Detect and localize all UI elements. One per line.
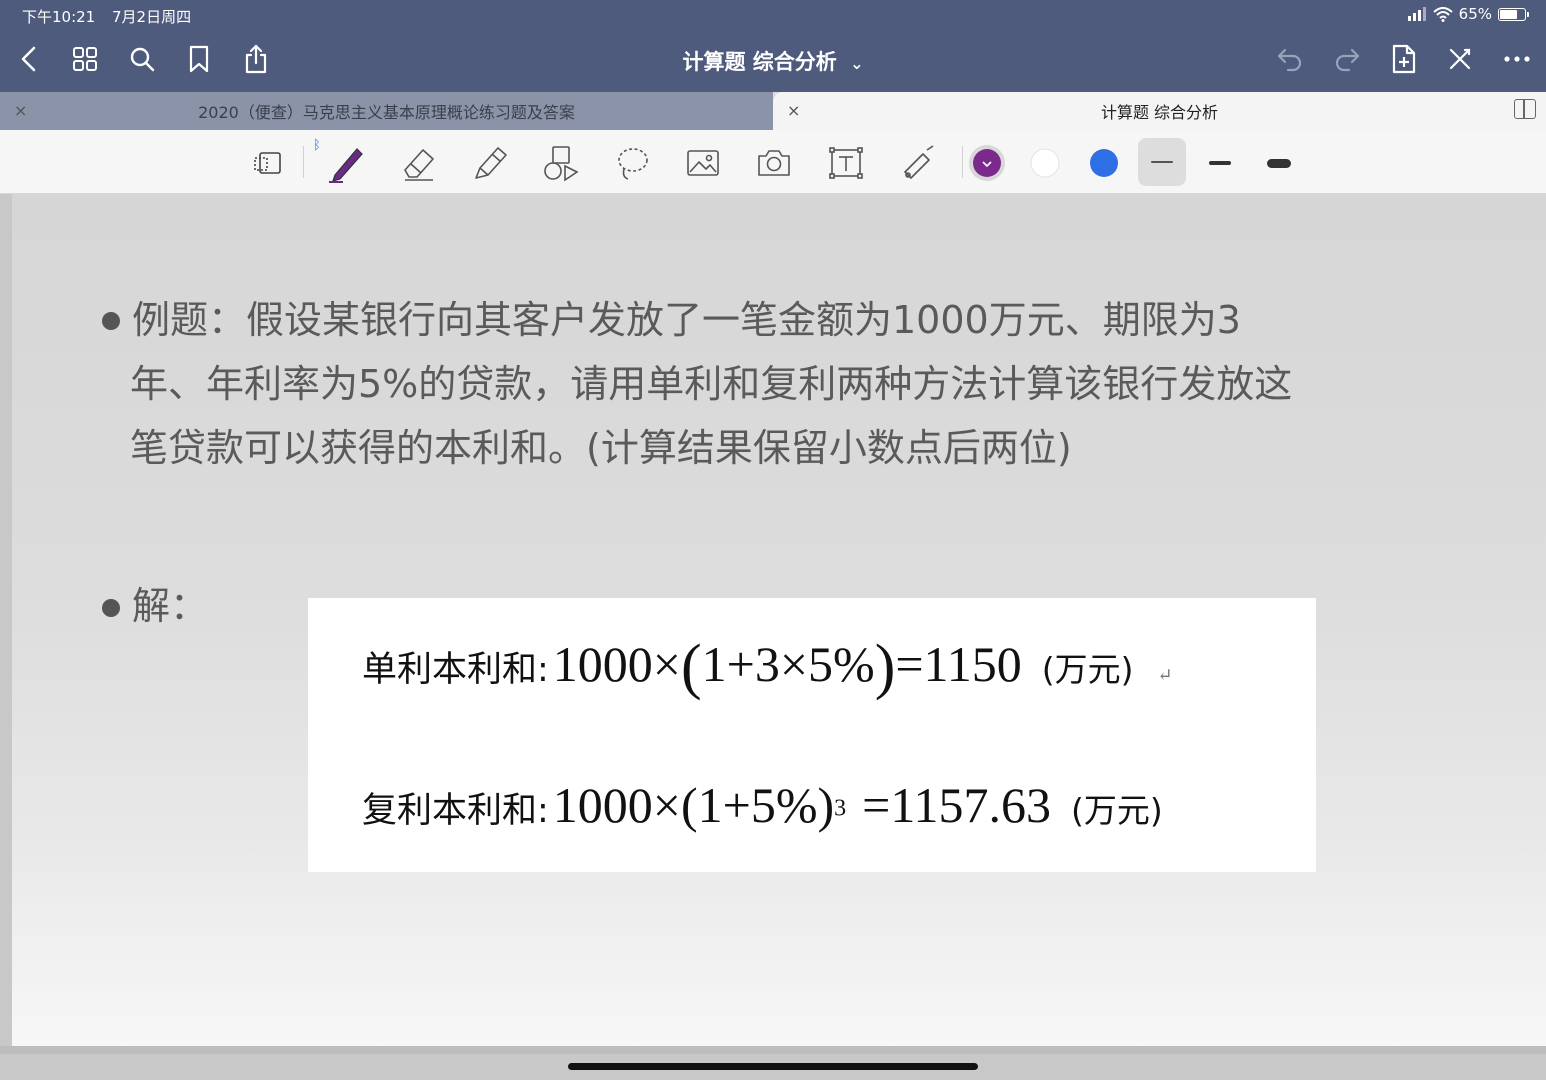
split-view-icon[interactable]	[1514, 99, 1536, 119]
simple-rhs: =1150	[895, 636, 1022, 692]
stroke-width-medium[interactable]	[1199, 142, 1241, 184]
simple-interest-formula: 单利本利和: 1000×(1+3×5%)=1150 (万元) ↵	[362, 626, 1173, 701]
lasso-icon[interactable]	[611, 142, 653, 184]
status-date: 7月2日周四	[112, 8, 192, 26]
compound-lhs: 1000×(1+5%)	[552, 777, 835, 833]
shapes-icon[interactable]	[540, 142, 582, 184]
text-box-icon[interactable]	[825, 142, 867, 184]
answer-label: 解：	[132, 584, 209, 628]
tab-label[interactable]: 计算题 综合分析	[773, 99, 1546, 123]
document-title-text[interactable]: 计算题 综合分析	[682, 50, 836, 74]
toolbar-divider	[962, 146, 963, 178]
page[interactable]: 例题：假设某银行向其客户发放了一笔金额为1000万元、期限为3 年、年利率为5%…	[12, 194, 1546, 1046]
compound-exponent: 3	[834, 795, 847, 822]
simple-paren-close: )	[874, 633, 896, 701]
color-swatch-white[interactable]	[1024, 142, 1066, 184]
status-bar-right: 65%	[1407, 5, 1529, 23]
question-line-2: 年、年利率为5%的贷款，请用单利和复利两种方法计算该银行发放这	[130, 362, 1293, 406]
compound-interest-label: 复利本利和:	[362, 791, 549, 831]
image-icon[interactable]	[682, 142, 724, 184]
undo-icon[interactable]	[1273, 42, 1307, 76]
question-line-1: 例题：假设某银行向其客户发放了一笔金额为1000万元、期限为3	[132, 298, 1241, 342]
document-title: 计算题 综合分析 ⌄	[0, 46, 1546, 76]
grid-view-icon[interactable]	[68, 42, 102, 76]
compound-unit: (万元)	[1071, 791, 1163, 830]
bookmark-icon[interactable]	[182, 42, 216, 76]
status-time: 下午10:21	[22, 8, 96, 26]
page-select-icon[interactable]	[248, 142, 290, 184]
tab-close-icon[interactable]: ×	[14, 101, 27, 120]
question-line-3: 笔贷款可以获得的本利和。(计算结果保留小数点后两位)	[130, 426, 1072, 470]
tab-inactive[interactable]: × 2020（便查）马克思主义基本原理概论练习题及答案	[0, 92, 773, 130]
home-indicator[interactable]	[568, 1063, 978, 1070]
back-icon[interactable]	[12, 42, 46, 76]
return-mark: ↵	[1157, 665, 1173, 685]
camera-icon[interactable]	[753, 142, 795, 184]
simple-paren-open: (	[681, 633, 702, 701]
color-swatch-purple[interactable]	[966, 142, 1008, 184]
wifi-icon	[1432, 6, 1453, 22]
compound-rhs: =1157.63	[862, 777, 1051, 833]
bullet-dot	[102, 599, 120, 617]
simple-unit: (万元)	[1041, 650, 1134, 689]
share-icon[interactable]	[239, 42, 273, 76]
laser-pointer-icon[interactable]	[896, 142, 938, 184]
stroke-width-thin[interactable]	[1138, 138, 1186, 186]
battery-icon	[1498, 7, 1529, 21]
chevron-down-icon[interactable]: ⌄	[850, 54, 863, 73]
highlighter-icon[interactable]	[469, 142, 511, 184]
signal-icon	[1407, 7, 1426, 21]
color-swatch-blue[interactable]	[1083, 142, 1125, 184]
simple-interest-label: 单利本利和:	[362, 650, 549, 690]
compound-interest-formula: 复利本利和: 1000×(1+5%)3 =1157.63 (万元)	[362, 776, 1163, 834]
tab-label[interactable]: 2020（便查）马克思主义基本原理概论练习题及答案	[0, 99, 773, 123]
eraser-icon[interactable]	[398, 142, 440, 184]
search-icon[interactable]	[125, 42, 159, 76]
page-gap	[0, 1046, 1546, 1054]
redo-icon[interactable]	[1330, 42, 1364, 76]
simple-lhs: 1000×	[552, 636, 681, 692]
top-bar: 下午10:21 7月2日周四 65% 计算题 综合分析 ⌄	[0, 0, 1546, 92]
bullet-dot	[102, 312, 120, 330]
tab-active[interactable]: × 计算题 综合分析	[773, 92, 1546, 130]
simple-inner: 1+3×5%	[701, 636, 875, 692]
bluetooth-icon: ᛒ	[313, 138, 321, 153]
notebook-canvas[interactable]: 例题：假设某银行向其客户发放了一笔金额为1000万元、期限为3 年、年利率为5%…	[0, 194, 1546, 1080]
more-options-icon[interactable]	[1500, 42, 1534, 76]
answer-formula-image: 单利本利和: 1000×(1+3×5%)=1150 (万元) ↵ 复利本利和: …	[308, 598, 1316, 872]
toolbar-divider	[303, 146, 304, 178]
tab-close-icon[interactable]: ×	[787, 101, 800, 120]
pen-tools-toggle-icon[interactable]	[1443, 42, 1477, 76]
battery-percent: 65%	[1458, 5, 1492, 23]
status-bar-left: 下午10:21 7月2日周四	[22, 6, 203, 27]
pen-icon[interactable]	[325, 142, 367, 184]
add-page-icon[interactable]	[1387, 42, 1421, 76]
stroke-width-thick[interactable]	[1258, 142, 1300, 184]
drawing-toolbar: ᛒ	[0, 130, 1546, 194]
tab-bar: × 2020（便查）马克思主义基本原理概论练习题及答案 × 计算题 综合分析	[0, 92, 1546, 130]
